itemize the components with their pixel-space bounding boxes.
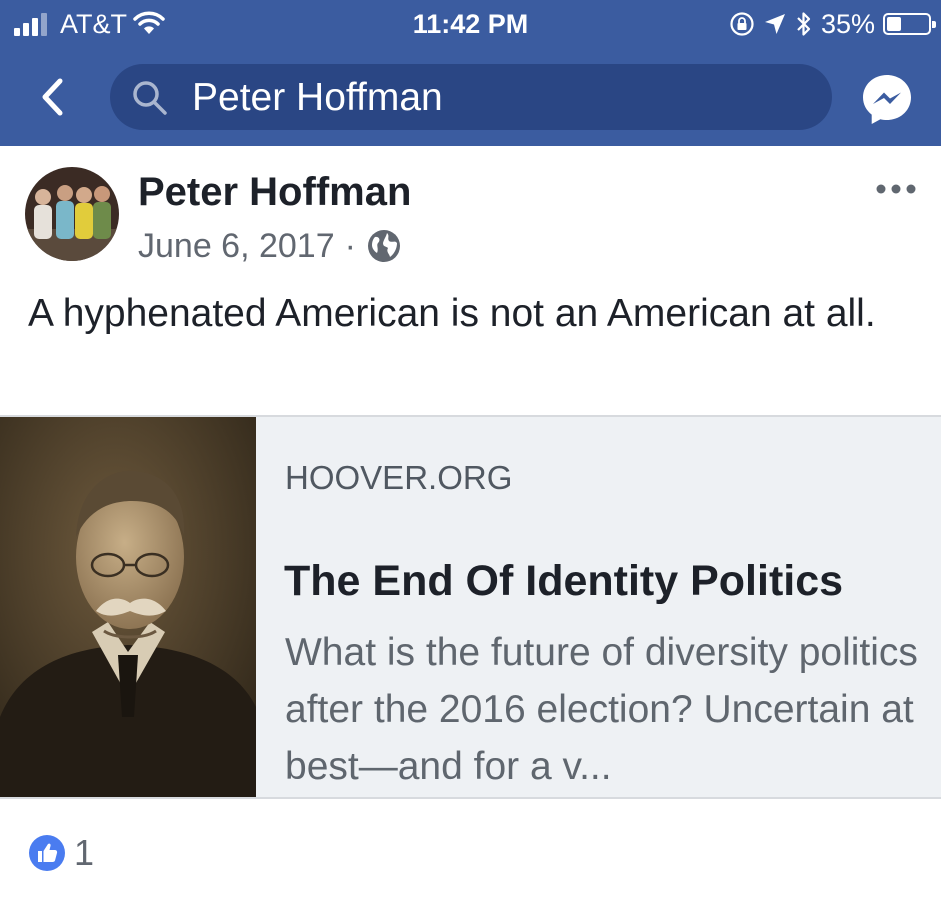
battery-nub bbox=[932, 21, 936, 28]
reactions-summary[interactable]: 1 bbox=[28, 832, 95, 873]
battery-level bbox=[887, 17, 901, 31]
link-preview-image bbox=[0, 417, 256, 797]
location-arrow-icon bbox=[764, 14, 785, 34]
post-meta: June 6, 2017 · bbox=[138, 224, 402, 268]
avatar-photo bbox=[25, 167, 119, 261]
like-count: 1 bbox=[74, 832, 95, 873]
battery-icon bbox=[883, 13, 936, 35]
link-description: What is the future of diversity politics… bbox=[285, 631, 918, 788]
search-input[interactable]: Peter Hoffman bbox=[110, 64, 832, 130]
meta-separator: · bbox=[344, 226, 356, 265]
status-bar: AT&T 11:42 PM 35% bbox=[0, 0, 941, 50]
link-preview-card[interactable]: HOOVER.ORG The End Of Identity Politics … bbox=[0, 415, 941, 799]
globe-icon bbox=[367, 230, 400, 262]
search-icon bbox=[133, 81, 167, 115]
back-button[interactable] bbox=[30, 72, 74, 122]
portrait-photo bbox=[0, 417, 256, 797]
author-name[interactable]: Peter Hoffman bbox=[138, 170, 411, 215]
link-domain: HOOVER.ORG bbox=[285, 459, 513, 496]
author-avatar[interactable] bbox=[25, 167, 119, 261]
like-icon bbox=[29, 835, 65, 871]
post-text: A hyphenated American is not an American… bbox=[28, 292, 876, 335]
orientation-lock-icon bbox=[730, 12, 754, 36]
top-bar: AT&T 11:42 PM 35% Peter Hoffman bbox=[0, 0, 941, 146]
messenger-icon[interactable] bbox=[859, 71, 915, 127]
search-query: Peter Hoffman bbox=[192, 76, 443, 119]
bluetooth-icon bbox=[797, 12, 811, 36]
link-title: The End Of Identity Politics bbox=[284, 557, 844, 605]
battery-percent: 35% bbox=[820, 8, 875, 39]
status-indicators: 35% bbox=[729, 8, 936, 40]
more-options-icon[interactable] bbox=[874, 178, 918, 200]
back-chevron-icon bbox=[42, 78, 63, 116]
post-date[interactable]: June 6, 2017 bbox=[138, 227, 335, 266]
